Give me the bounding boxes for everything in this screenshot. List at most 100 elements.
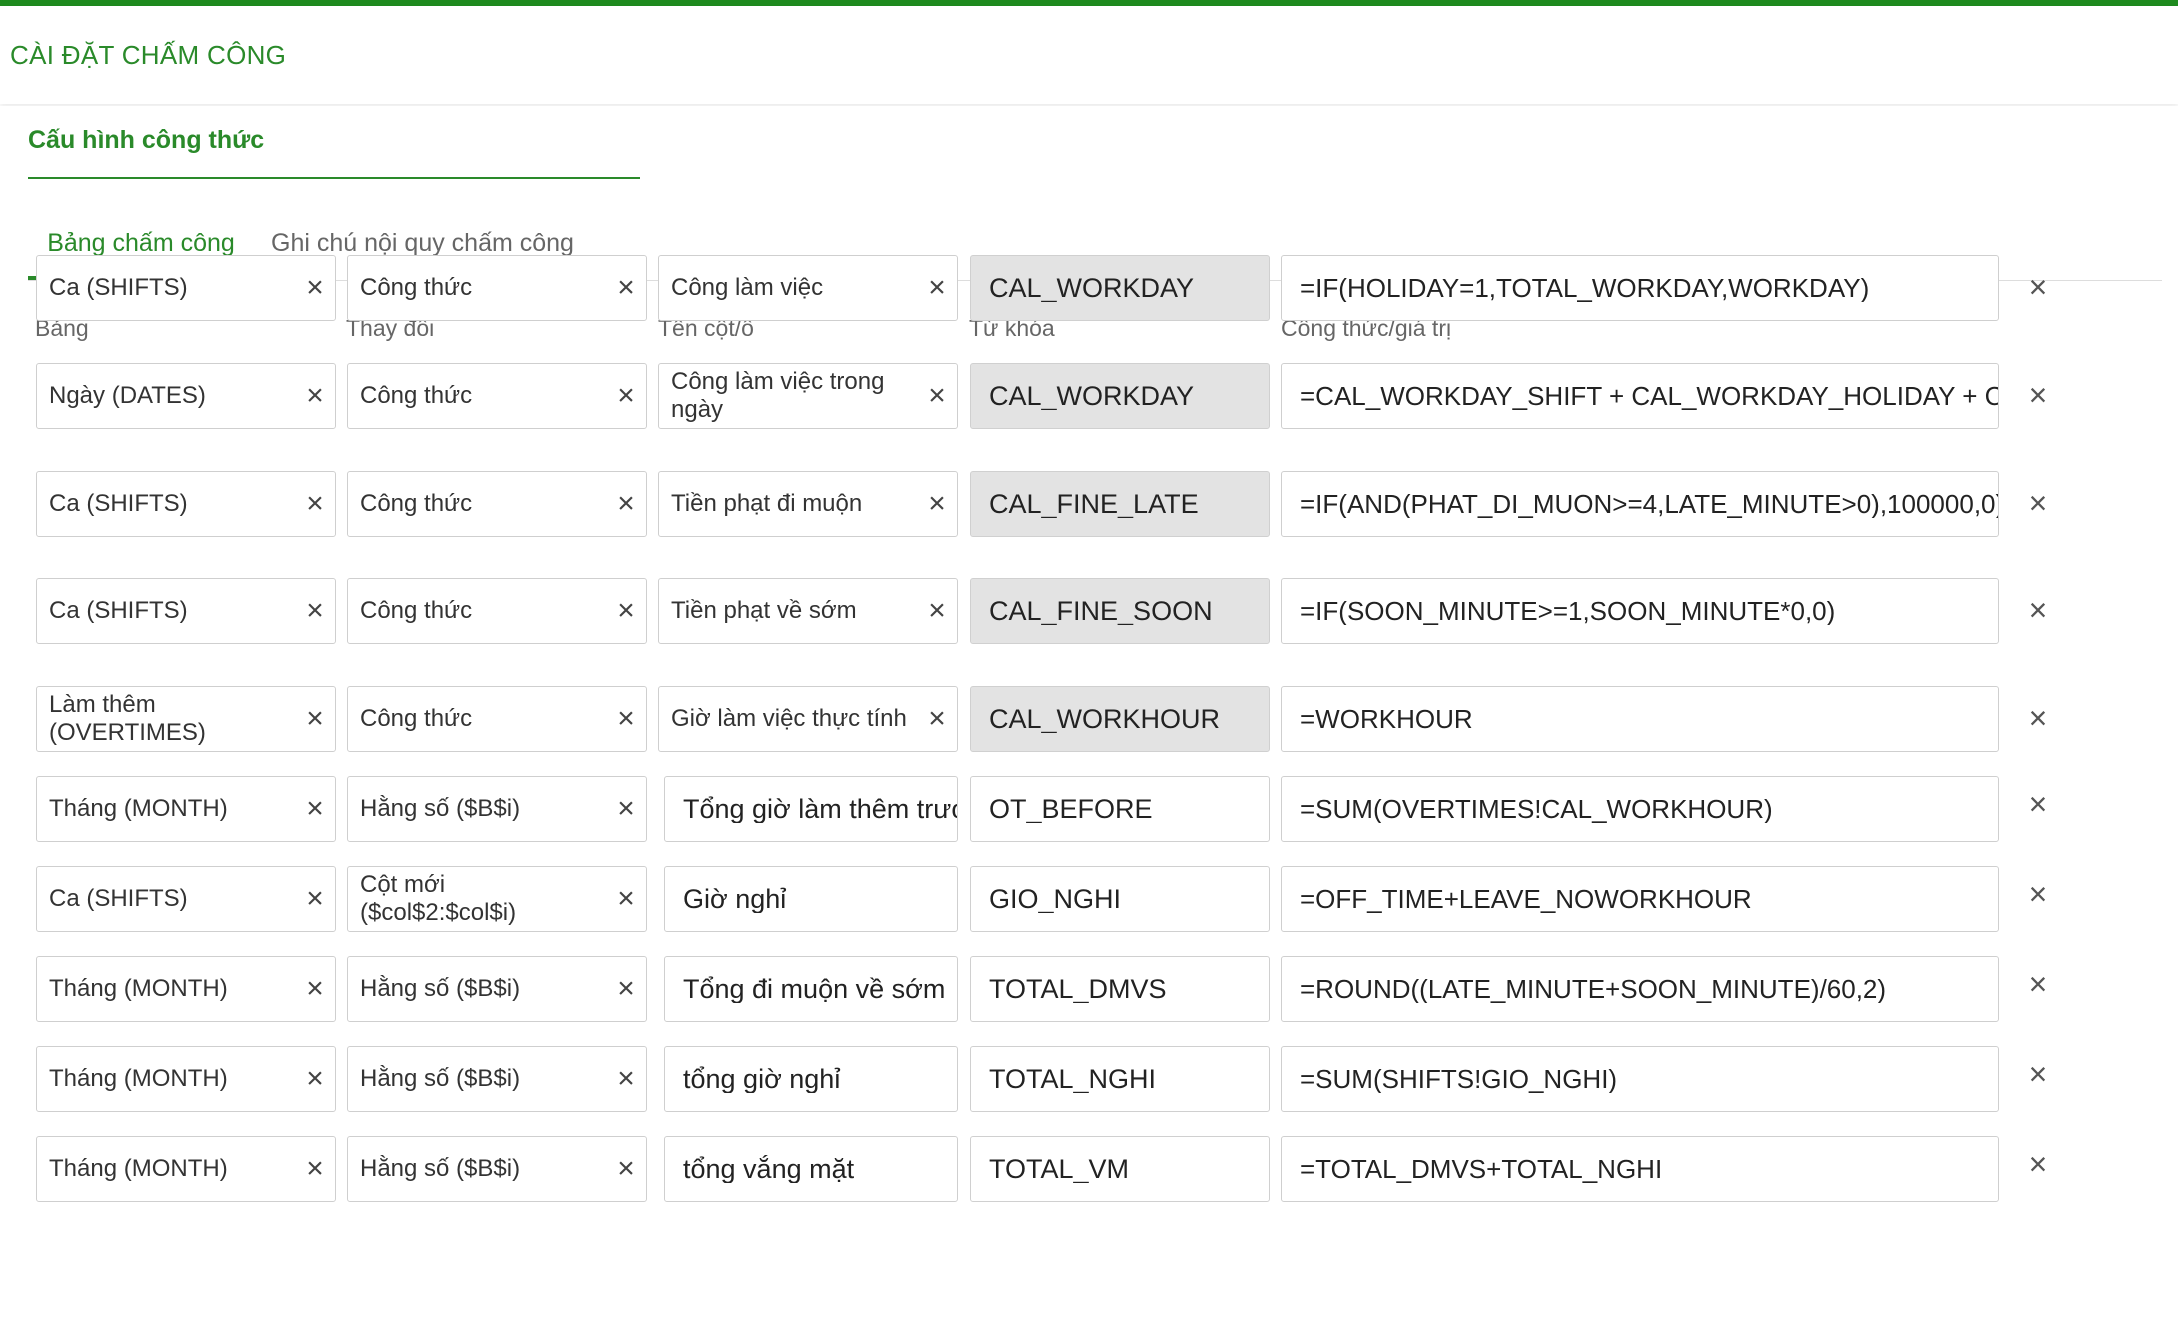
column-name-select[interactable]: Công làm việc × bbox=[658, 255, 958, 321]
delete-row-icon[interactable]: × bbox=[2020, 377, 2056, 414]
column-name-select-value: Công làm việc bbox=[671, 274, 824, 301]
delete-row-icon[interactable]: × bbox=[2020, 269, 2056, 306]
column-name-input[interactable]: Tổng giờ làm thêm trướ bbox=[664, 776, 958, 842]
close-icon[interactable]: × bbox=[917, 381, 957, 411]
close-icon[interactable]: × bbox=[606, 489, 646, 519]
formula-input[interactable]: =IF(HOLIDAY=1,TOTAL_WORKDAY,WORKDAY) bbox=[1281, 255, 1999, 321]
table-select[interactable]: Ngày (DATES) × bbox=[36, 363, 336, 429]
delete-row-icon[interactable]: × bbox=[2020, 786, 2056, 823]
close-icon[interactable]: × bbox=[606, 1064, 646, 1094]
close-icon[interactable]: × bbox=[606, 794, 646, 824]
table-select[interactable]: Ca (SHIFTS) × bbox=[36, 866, 336, 932]
column-name-input[interactable]: tổng giờ nghỉ bbox=[664, 1046, 958, 1112]
formula-input[interactable]: =SUM(OVERTIMES!CAL_WORKHOUR) bbox=[1281, 776, 1999, 842]
change-type-select[interactable]: Hằng số ($B$i) × bbox=[347, 956, 647, 1022]
close-icon[interactable]: × bbox=[295, 704, 335, 734]
table-select[interactable]: Tháng (MONTH) × bbox=[36, 1136, 336, 1202]
table-select[interactable]: Ca (SHIFTS) × bbox=[36, 578, 336, 644]
column-name-input[interactable]: Giờ nghỉ bbox=[664, 866, 958, 932]
change-type-select[interactable]: Công thức × bbox=[347, 363, 647, 429]
table-select-value: Tháng (MONTH) bbox=[49, 795, 228, 822]
keyword-field[interactable]: TOTAL_DMVS bbox=[970, 956, 1270, 1022]
column-name-select[interactable]: Công làm việc trong ngày × bbox=[658, 363, 958, 429]
column-name-select[interactable]: Tiền phạt đi muộn × bbox=[658, 471, 958, 537]
change-type-select[interactable]: Công thức × bbox=[347, 471, 647, 537]
delete-row-icon[interactable]: × bbox=[2020, 700, 2056, 737]
formula-input[interactable]: =IF(SOON_MINUTE>=1,SOON_MINUTE*0,0) bbox=[1281, 578, 1999, 644]
change-type-select[interactable]: Công thức × bbox=[347, 686, 647, 752]
change-type-select[interactable]: Hằng số ($B$i) × bbox=[347, 1136, 647, 1202]
keyword-field[interactable]: TOTAL_VM bbox=[970, 1136, 1270, 1202]
table-row: Ca (SHIFTS) × Công thức × Tiền phạt đi muộn ×… bbox=[0, 471, 2178, 539]
change-type-select[interactable]: Công thức × bbox=[347, 578, 647, 644]
close-icon[interactable]: × bbox=[917, 596, 957, 626]
section-underline bbox=[28, 177, 640, 179]
column-name-input[interactable]: Tổng đi muộn về sớm bbox=[664, 956, 958, 1022]
formula-input[interactable]: =OFF_TIME+LEAVE_NOWORKHOUR bbox=[1281, 866, 1999, 932]
keyword-field[interactable]: CAL_WORKDAY bbox=[970, 255, 1270, 321]
delete-row-icon[interactable]: × bbox=[2020, 592, 2056, 629]
table-select[interactable]: Ca (SHIFTS) × bbox=[36, 255, 336, 321]
formula-input[interactable]: =WORKHOUR bbox=[1281, 686, 1999, 752]
close-icon[interactable]: × bbox=[295, 974, 335, 1004]
table-select[interactable]: Ca (SHIFTS) × bbox=[36, 471, 336, 537]
table-select[interactable]: Tháng (MONTH) × bbox=[36, 956, 336, 1022]
change-type-select[interactable]: Hằng số ($B$i) × bbox=[347, 776, 647, 842]
section-title: Cấu hình công thức bbox=[28, 126, 265, 154]
column-name-input[interactable]: tổng vắng mặt bbox=[664, 1136, 958, 1202]
close-icon[interactable]: × bbox=[295, 794, 335, 824]
close-icon[interactable]: × bbox=[295, 489, 335, 519]
formula-input-value: =CAL_WORKDAY_SHIFT + CAL_WORKDAY_HOLIDAY… bbox=[1300, 382, 1998, 410]
formula-input[interactable]: =CAL_WORKDAY_SHIFT + CAL_WORKDAY_HOLIDAY… bbox=[1281, 363, 1999, 429]
keyword-field[interactable]: CAL_FINE_SOON bbox=[970, 578, 1270, 644]
column-name-input-value: Giờ nghỉ bbox=[683, 885, 787, 913]
table-select[interactable]: Tháng (MONTH) × bbox=[36, 1046, 336, 1112]
keyword-field[interactable]: GIO_NGHI bbox=[970, 866, 1270, 932]
keyword-field[interactable]: OT_BEFORE bbox=[970, 776, 1270, 842]
formula-input-value: =SUM(SHIFTS!GIO_NGHI) bbox=[1300, 1065, 1618, 1093]
table-select-value: Ngày (DATES) bbox=[49, 382, 206, 409]
change-type-select[interactable]: Công thức × bbox=[347, 255, 647, 321]
close-icon[interactable]: × bbox=[295, 1064, 335, 1094]
formula-input[interactable]: =IF(AND(PHAT_DI_MUON>=4,LATE_MINUTE>0),1… bbox=[1281, 471, 1999, 537]
table-select[interactable]: Làm thêm (OVERTIMES) × bbox=[36, 686, 336, 752]
close-icon[interactable]: × bbox=[606, 596, 646, 626]
formula-input[interactable]: =TOTAL_DMVS+TOTAL_NGHI bbox=[1281, 1136, 1999, 1202]
close-icon[interactable]: × bbox=[917, 704, 957, 734]
column-name-input-value: Tổng đi muộn về sớm bbox=[683, 975, 946, 1003]
close-icon[interactable]: × bbox=[295, 1154, 335, 1184]
keyword-field[interactable]: CAL_WORKDAY bbox=[970, 363, 1270, 429]
change-type-select[interactable]: Hằng số ($B$i) × bbox=[347, 1046, 647, 1112]
keyword-field[interactable]: CAL_FINE_LATE bbox=[970, 471, 1270, 537]
keyword-field[interactable]: TOTAL_NGHI bbox=[970, 1046, 1270, 1112]
close-icon[interactable]: × bbox=[295, 884, 335, 914]
formula-input-value: =SUM(OVERTIMES!CAL_WORKHOUR) bbox=[1300, 795, 1773, 823]
delete-row-icon[interactable]: × bbox=[2020, 876, 2056, 913]
formula-input[interactable]: =ROUND((LATE_MINUTE+SOON_MINUTE)/60,2) bbox=[1281, 956, 1999, 1022]
delete-row-icon[interactable]: × bbox=[2020, 1056, 2056, 1093]
close-icon[interactable]: × bbox=[606, 273, 646, 303]
close-icon[interactable]: × bbox=[606, 1154, 646, 1184]
close-icon[interactable]: × bbox=[606, 704, 646, 734]
delete-row-icon[interactable]: × bbox=[2020, 1146, 2056, 1183]
close-icon[interactable]: × bbox=[295, 273, 335, 303]
close-icon[interactable]: × bbox=[295, 381, 335, 411]
change-type-select[interactable]: Cột mới ($col$2:$col$i) × bbox=[347, 866, 647, 932]
delete-row-icon[interactable]: × bbox=[2020, 966, 2056, 1003]
column-name-select[interactable]: Tiền phạt về sớm × bbox=[658, 578, 958, 644]
formula-input-value: =IF(AND(PHAT_DI_MUON>=4,LATE_MINUTE>0),1… bbox=[1300, 490, 1998, 518]
formula-input-value: =IF(SOON_MINUTE>=1,SOON_MINUTE*0,0) bbox=[1300, 597, 1836, 625]
formula-input[interactable]: =SUM(SHIFTS!GIO_NGHI) bbox=[1281, 1046, 1999, 1112]
close-icon[interactable]: × bbox=[295, 596, 335, 626]
column-name-select[interactable]: Giờ làm việc thực tính × bbox=[658, 686, 958, 752]
close-icon[interactable]: × bbox=[606, 381, 646, 411]
table-select[interactable]: Tháng (MONTH) × bbox=[36, 776, 336, 842]
close-icon[interactable]: × bbox=[917, 489, 957, 519]
close-icon[interactable]: × bbox=[606, 884, 646, 914]
delete-row-icon[interactable]: × bbox=[2020, 485, 2056, 522]
keyword-field-value: CAL_WORKDAY bbox=[989, 382, 1195, 410]
keyword-field[interactable]: CAL_WORKHOUR bbox=[970, 686, 1270, 752]
close-icon[interactable]: × bbox=[606, 974, 646, 1004]
close-icon[interactable]: × bbox=[917, 273, 957, 303]
formula-input-value: =WORKHOUR bbox=[1300, 705, 1473, 733]
